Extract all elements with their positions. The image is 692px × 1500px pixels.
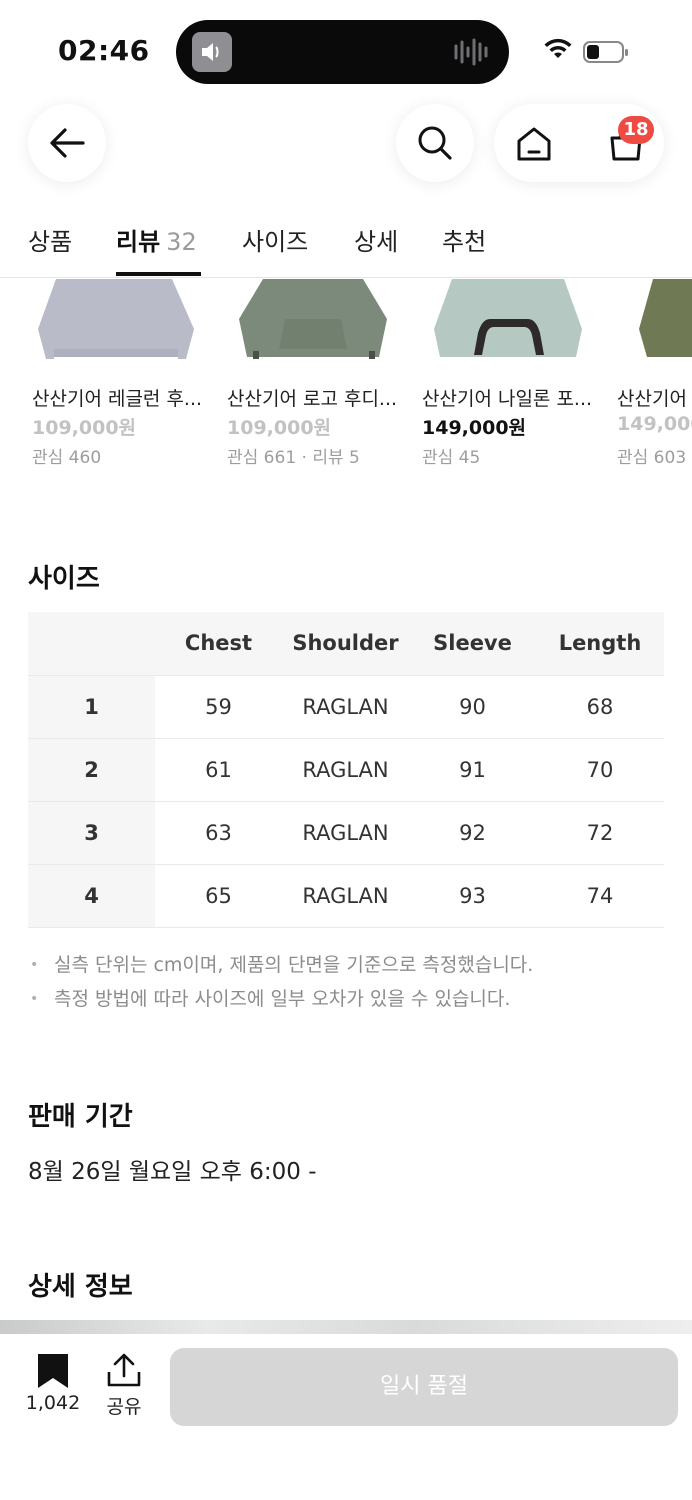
recommended-products: 산산기어 레글런 후... 109,000원 관심 460 산산기어 로고 후디… — [0, 279, 692, 479]
table-cell: RAGLAN — [282, 674, 409, 738]
product-name: 산산기어 레글런 후... — [32, 388, 203, 410]
tab-product[interactable]: 상품 — [28, 222, 72, 257]
table-cell: 74 — [536, 863, 664, 928]
speaker-icon — [192, 32, 232, 72]
bottom-action-bar: 1,042 공유 일시 품절 — [0, 1334, 692, 1500]
tab-size[interactable]: 사이즈 — [242, 222, 308, 257]
size-section-title: 사이즈 — [28, 564, 100, 594]
bookmark-icon — [38, 1354, 68, 1388]
product-name: 산산기어 나일론 포... — [422, 388, 593, 410]
sale-period-title: 판매 기간 — [28, 1102, 133, 1132]
product-price: 149,000 — [617, 413, 692, 435]
table-cell: RAGLAN — [282, 800, 409, 864]
product-price: 149,000원 — [422, 417, 527, 439]
section-tabs: 상품 리뷰 32 사이즈 상세 추천 — [0, 212, 692, 278]
sold-out-button[interactable]: 일시 품절 — [170, 1348, 678, 1426]
product-name: 산산기어 로고 후디... — [227, 388, 398, 410]
table-cell: 65 — [155, 863, 282, 928]
size-table-header: Chest Shoulder Sleeve Length — [28, 612, 664, 675]
table-cell: 72 — [536, 800, 664, 864]
tab-review-count: 32 — [166, 228, 197, 256]
detail-image — [0, 1320, 692, 1334]
header-cell — [28, 612, 155, 675]
size-note: 측정 방법에 따라 사이즈에 일부 오차가 있을 수 있습니다. — [28, 984, 668, 1018]
size-label-cell: 1 — [28, 674, 155, 738]
product-image — [239, 279, 387, 359]
header-cell: Sleeve — [409, 612, 536, 675]
dynamic-island — [176, 20, 509, 84]
size-table: Chest Shoulder Sleeve Length 1 59 RAGLAN… — [28, 612, 664, 928]
product-price: 109,000원 — [227, 417, 332, 439]
table-cell: RAGLAN — [282, 737, 409, 801]
cart-button[interactable] — [584, 104, 664, 182]
battery-icon — [583, 41, 628, 63]
table-cell: 61 — [155, 737, 282, 801]
size-label-cell: 4 — [28, 863, 155, 928]
tab-review[interactable]: 리뷰 32 — [116, 222, 197, 257]
home-icon — [517, 127, 551, 161]
sale-period-text: 8월 26일 월요일 오후 6:00 - — [28, 1159, 317, 1185]
product-meta: 관심 603 — [617, 448, 687, 468]
cart-count-badge: 18 — [618, 116, 654, 144]
bookmark-count: 1,042 — [25, 1392, 81, 1414]
table-row: 1 59 RAGLAN 90 68 — [28, 674, 664, 738]
share-label: 공유 — [106, 1396, 142, 1418]
product-image — [434, 279, 582, 357]
product-meta: 관심 45 — [422, 448, 481, 468]
wifi-icon — [544, 38, 572, 58]
size-note: 실측 단위는 cm이며, 제품의 단면을 기준으로 측정했습니다. — [28, 950, 668, 984]
home-cart-group: 18 — [494, 104, 664, 182]
tab-review-label: 리뷰 — [116, 228, 161, 256]
size-label-cell: 2 — [28, 737, 155, 801]
product-image — [38, 279, 194, 359]
detail-info-title: 상세 정보 — [28, 1272, 133, 1302]
home-button[interactable] — [494, 104, 574, 182]
size-notes: 실측 단위는 cm이며, 제품의 단면을 기준으로 측정했습니다. 측정 방법에… — [28, 950, 668, 1018]
table-row: 2 61 RAGLAN 91 70 — [28, 737, 664, 801]
product-meta: 관심 661 · 리뷰 5 — [227, 448, 360, 468]
table-cell: 92 — [409, 800, 536, 864]
header-cell: Shoulder — [282, 612, 409, 675]
table-cell: 68 — [536, 674, 664, 738]
product-image — [639, 279, 692, 357]
table-cell: 91 — [409, 737, 536, 801]
table-cell: 59 — [155, 674, 282, 738]
search-icon — [418, 126, 452, 160]
tab-detail[interactable]: 상세 — [354, 222, 398, 257]
product-name: 산산기어 — [617, 388, 687, 410]
back-button[interactable] — [28, 104, 106, 182]
audio-wave-icon — [454, 38, 488, 66]
tab-recommend[interactable]: 추천 — [442, 222, 486, 257]
table-row: 3 63 RAGLAN 92 72 — [28, 800, 664, 864]
status-bar: 02:46 — [0, 0, 692, 92]
table-row: 4 65 RAGLAN 93 74 — [28, 863, 664, 928]
search-button[interactable] — [396, 104, 474, 182]
share-button[interactable]: 공유 — [98, 1344, 150, 1420]
table-cell: 63 — [155, 800, 282, 864]
share-icon — [107, 1353, 141, 1387]
table-cell: 70 — [536, 737, 664, 801]
table-cell: 90 — [409, 674, 536, 738]
header-cell: Length — [536, 612, 664, 675]
active-tab-indicator — [116, 272, 201, 276]
bookmark-button[interactable]: 1,042 — [18, 1344, 88, 1420]
table-cell: RAGLAN — [282, 863, 409, 928]
header-cell: Chest — [155, 612, 282, 675]
product-price: 109,000원 — [32, 417, 137, 439]
arrow-left-icon — [50, 128, 85, 158]
status-time: 02:46 — [58, 34, 150, 67]
size-label-cell: 3 — [28, 800, 155, 864]
product-meta: 관심 460 — [32, 448, 102, 468]
table-cell: 93 — [409, 863, 536, 928]
